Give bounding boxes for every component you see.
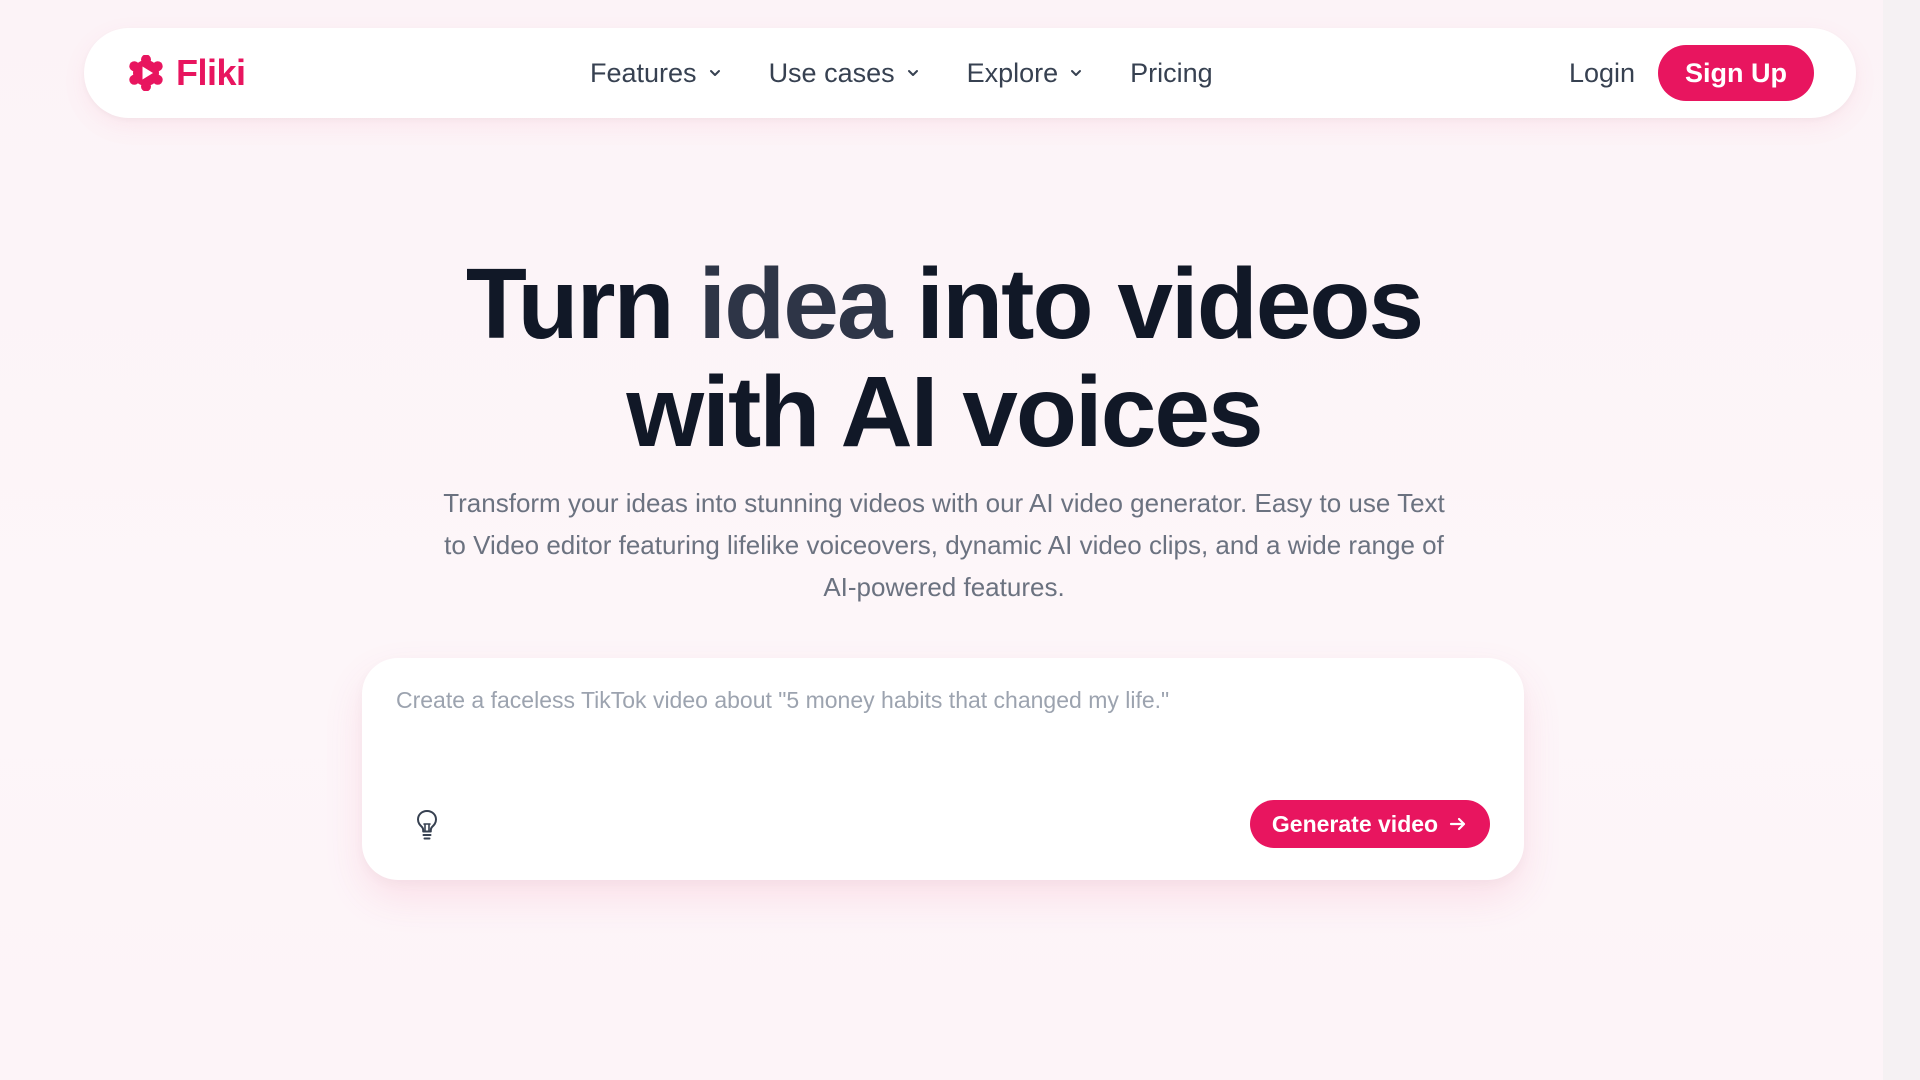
top-navbar: Fliki Features Use cases Explore Pricing… [84, 28, 1856, 118]
prompt-card: Generate video [362, 658, 1524, 880]
brand-name: Fliki [176, 52, 246, 93]
nav-links: Features Use cases Explore Pricing [590, 28, 1213, 118]
nav-item-explore[interactable]: Explore [967, 58, 1085, 89]
fliki-logo-icon [129, 55, 163, 91]
lightbulb-icon[interactable] [412, 808, 442, 842]
hero-title-accent: idea [698, 248, 892, 360]
nav-item-pricing[interactable]: Pricing [1130, 58, 1213, 89]
hero-title: Turn idea into videos with AI voices [0, 250, 1888, 466]
scrollbar-track[interactable] [1883, 0, 1920, 1080]
nav-item-label: Use cases [768, 57, 895, 88]
hero-title-line2: with AI voices [626, 356, 1263, 468]
sign-up-button[interactable]: Sign Up [1658, 45, 1814, 101]
nav-item-label: Features [590, 57, 697, 88]
hero-subtitle: Transform your ideas into stunning video… [443, 488, 1445, 602]
arrow-right-icon [1449, 817, 1466, 831]
page: Fliki Features Use cases Explore Pricing… [0, 0, 1920, 1080]
nav-item-label: Explore [966, 57, 1059, 88]
nav-item-label: Pricing [1130, 57, 1213, 88]
prompt-input[interactable] [396, 684, 1486, 784]
nav-item-use-cases[interactable]: Use cases [769, 58, 921, 89]
hero-title-part2: into videos [890, 248, 1424, 360]
hero-title-part1: Turn [465, 248, 699, 360]
chevron-down-icon [907, 70, 918, 76]
brand-logo[interactable]: Fliki [128, 28, 246, 118]
generate-video-button[interactable]: Generate video [1250, 800, 1490, 848]
nav-item-features[interactable]: Features [590, 58, 723, 89]
chevron-down-icon [709, 70, 720, 76]
login-link[interactable]: Login [1569, 28, 1635, 118]
generate-video-label: Generate video [1271, 810, 1439, 837]
chevron-down-icon [1071, 70, 1082, 76]
